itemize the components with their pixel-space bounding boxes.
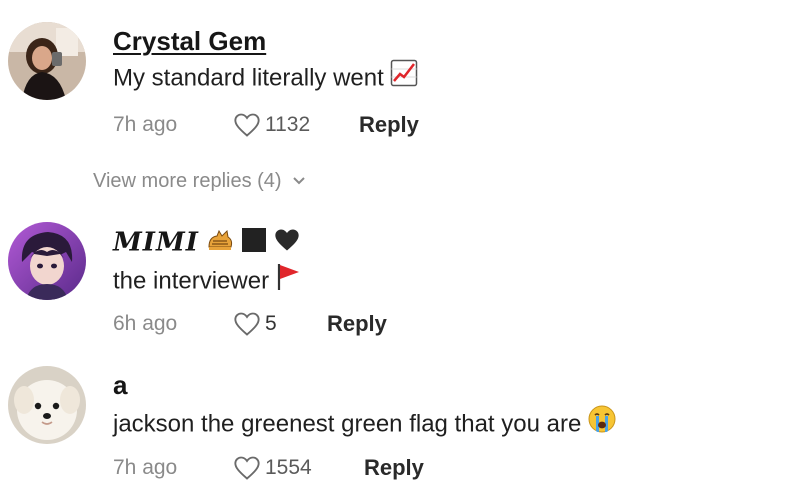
comment-text-row: My standard literally went — [113, 59, 418, 95]
username[interactable]: a — [113, 370, 127, 400]
like-button[interactable]: 1132 — [233, 110, 310, 140]
reply-button[interactable]: Reply — [359, 110, 419, 140]
like-count: 5 — [265, 312, 277, 335]
heart-icon — [234, 113, 260, 137]
avatar[interactable] — [8, 222, 86, 300]
username[interactable]: MIMI — [113, 228, 199, 258]
like-button[interactable]: 5 — [233, 309, 277, 339]
crying-face-icon — [587, 404, 617, 442]
comment-meta: 7h ago 1132 Reply — [113, 110, 419, 140]
timestamp: 7h ago — [113, 456, 178, 479]
comment-text: jackson the greenest green flag that you… — [113, 410, 582, 438]
comment-text: the interviewer — [113, 267, 270, 295]
heart-icon — [234, 456, 260, 480]
red-flag-icon — [275, 261, 301, 299]
heart-icon — [234, 312, 260, 336]
comment-meta: 7h ago 1554 Reply — [113, 453, 424, 483]
view-more-replies-label: View more replies (4) — [93, 169, 282, 192]
username-row: MIMI — [113, 227, 301, 260]
view-more-replies-button[interactable]: View more replies (4) — [93, 167, 306, 195]
avatar[interactable] — [8, 366, 86, 444]
like-count: 1132 — [265, 113, 311, 136]
avatar[interactable] — [8, 22, 86, 100]
comment-text-row: jackson the greenest green flag that you… — [113, 405, 617, 442]
comment-meta: 6h ago 5 Reply — [113, 309, 387, 339]
reply-button[interactable]: Reply — [327, 309, 387, 339]
comment-text-row: the interviewer — [113, 264, 301, 299]
timestamp: 7h ago — [113, 113, 178, 136]
comment-text: My standard literally went — [113, 64, 384, 92]
timestamp: 6h ago — [113, 312, 178, 335]
black-square-icon — [241, 227, 267, 260]
black-heart-icon — [273, 227, 301, 260]
like-count: 1554 — [265, 456, 312, 479]
cat-icon — [205, 227, 235, 260]
reply-button[interactable]: Reply — [364, 453, 424, 483]
like-button[interactable]: 1554 — [233, 453, 312, 483]
username[interactable]: Crystal Gem — [113, 26, 266, 56]
chevron-down-icon — [292, 177, 305, 185]
chart-increasing-icon — [390, 59, 418, 95]
